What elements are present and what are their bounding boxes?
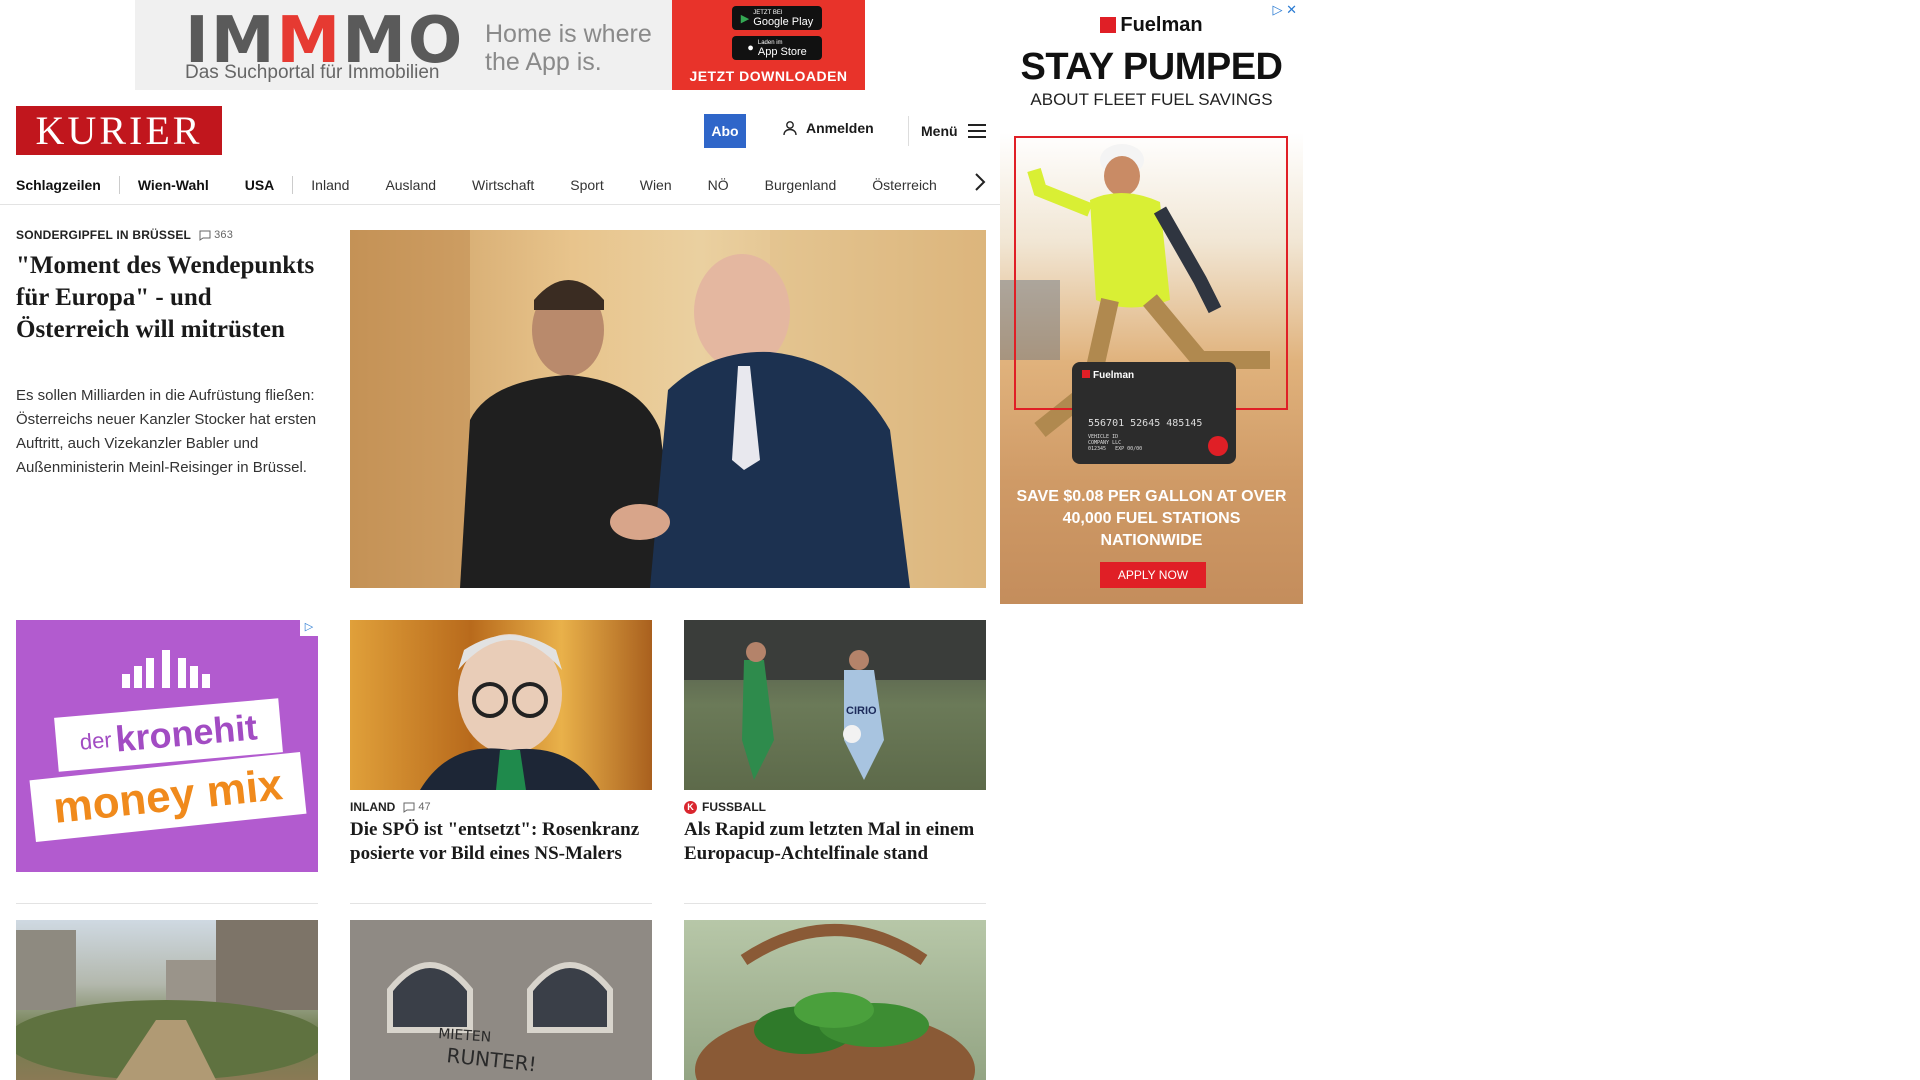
svg-text:CIRIO: CIRIO	[846, 705, 877, 717]
immmo-subline: Das Suchportal für Immobilien	[185, 62, 440, 83]
section-nav: Schlagzeilen Wien-Wahl USA Inland Auslan…	[16, 168, 986, 202]
menu-label: Menü	[921, 123, 958, 139]
row-divider	[16, 903, 318, 904]
main-article-title[interactable]: "Moment des Wendepunkts für Europa" - un…	[16, 250, 321, 346]
user-icon	[783, 121, 797, 136]
nav-item-sport[interactable]: Sport	[552, 177, 621, 193]
urban-garden-photo[interactable]	[16, 920, 318, 1080]
fuelman-subline: ABOUT FLEET FUEL SAVINGS	[1030, 90, 1273, 109]
apple-icon: ●	[747, 42, 754, 54]
fuelman-logo-square	[1100, 17, 1117, 33]
fuelman-ad[interactable]: ▷ ✕ Fuelman STAY PUMPED ABOUT FLEET FUEL…	[1000, 0, 1303, 604]
immmo-tagline: Home is where the App is.	[485, 20, 652, 76]
rent-graffiti-photo[interactable]: MIETEN RUNTER!	[350, 920, 652, 1080]
kicker-label: SONDERGIPFEL IN BRÜSSEL	[16, 228, 192, 242]
immmo-download-cta[interactable]: JETZT DOWNLOADEN	[672, 68, 865, 84]
nav-item-oesterreich[interactable]: Österreich	[854, 177, 955, 193]
google-play-badge[interactable]: ▶ JETZT BEI Google Play	[732, 6, 822, 30]
football-match-photo: CIRIO	[684, 620, 986, 780]
nav-item-wirtschaft[interactable]: Wirtschaft	[454, 177, 552, 193]
graffiti-wall-photo: MIETEN RUNTER!	[387, 962, 613, 1076]
svg-text:RUNTER!: RUNTER!	[445, 1043, 537, 1076]
nav-item-burgenland[interactable]: Burgenland	[747, 177, 855, 193]
garden-buildings-photo	[16, 920, 318, 1080]
comment-count[interactable]: 47	[403, 801, 431, 813]
main-article-teaser: Es sollen Milliarden in die Aufrüstung f…	[16, 387, 317, 476]
basket-leaves-photo	[695, 924, 975, 1080]
football-article-photo[interactable]: CIRIO	[684, 620, 986, 790]
wild-garlic-photo[interactable]	[684, 920, 986, 1080]
handshake-photo	[350, 230, 986, 588]
main-article-photo[interactable]	[350, 230, 986, 588]
fuel-card-illustration: Fuelman 556701 52645 485145 VEHICLE ID C…	[1072, 362, 1236, 464]
login-label: Anmelden	[806, 120, 874, 136]
kronehit-ad[interactable]: ▷ der kronehit money mix	[16, 620, 318, 872]
nav-divider-line	[0, 204, 1000, 205]
hamburger-icon	[967, 124, 986, 138]
nav-item-ausland[interactable]: Ausland	[367, 177, 454, 193]
immmo-cta-panel[interactable]: ▶ JETZT BEI Google Play ● Laden im App S…	[672, 0, 865, 90]
comment-icon	[403, 802, 415, 813]
immmo-banner-ad[interactable]: IMMMO Das Suchportal für Immobilien Home…	[135, 0, 865, 90]
nav-item-wien[interactable]: Wien	[622, 177, 690, 193]
comment-icon	[199, 230, 211, 241]
inland-article-kicker: INLAND 47	[350, 800, 431, 814]
chevron-right-icon[interactable]	[974, 172, 986, 192]
card-chip-logo	[1208, 436, 1228, 456]
fuelman-brand: Fuelman	[1000, 14, 1303, 37]
fuelman-headline: STAY PUMPED	[1020, 46, 1283, 88]
football-article-kicker: K FUSSBALL	[684, 800, 766, 814]
kurier-sport-badge-icon: K	[684, 800, 697, 814]
nav-item-schlagzeilen[interactable]: Schlagzeilen	[16, 177, 119, 193]
login-button[interactable]: Anmelden	[782, 120, 874, 136]
main-article-kicker: SONDERGIPFEL IN BRÜSSEL 363	[16, 228, 233, 242]
fuelman-promo: SAVE $0.08 PER GALLON AT OVER 40,000 FUE…	[1016, 488, 1287, 549]
comment-count[interactable]: 363	[199, 229, 233, 241]
apply-now-button[interactable]: APPLY NOW	[1100, 562, 1206, 588]
nav-item-usa[interactable]: USA	[227, 177, 293, 193]
menu-button[interactable]: Menü	[908, 116, 986, 146]
inland-article-title[interactable]: Die SPÖ ist "entsetzt": Rosenkranz posie…	[350, 818, 652, 866]
nav-item-noe[interactable]: NÖ	[690, 177, 747, 193]
nav-item-wien-wahl[interactable]: Wien-Wahl	[120, 177, 227, 193]
ad-choices-icon[interactable]: ▷	[300, 620, 318, 636]
abo-button[interactable]: Abo	[704, 114, 746, 148]
politician-photo	[420, 634, 600, 790]
kurier-logo[interactable]: KURIER	[16, 106, 222, 155]
nav-item-inland[interactable]: Inland	[293, 177, 367, 193]
row-divider	[684, 903, 986, 904]
play-icon: ▶	[740, 12, 750, 25]
row-divider	[350, 903, 652, 904]
football-article-title[interactable]: Als Rapid zum letzten Mal in einem Europ…	[684, 818, 986, 866]
app-store-badge[interactable]: ● Laden im App Store	[732, 36, 822, 60]
inland-article-photo[interactable]	[350, 620, 652, 790]
svg-text:MIETEN: MIETEN	[438, 1026, 492, 1046]
crown-icon	[122, 650, 210, 688]
